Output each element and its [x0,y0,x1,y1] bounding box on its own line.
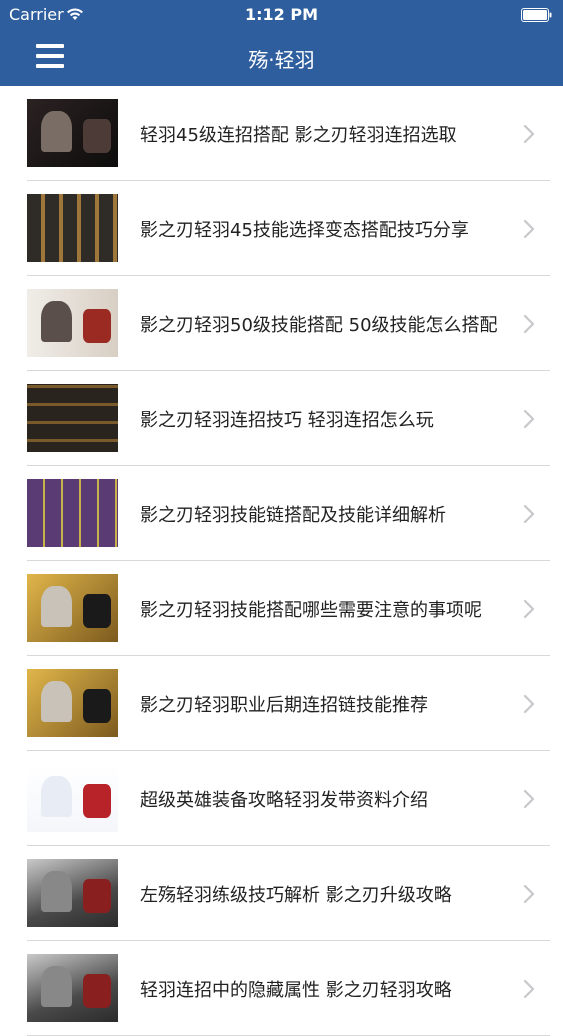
article-row[interactable]: 左殇轻羽练级技巧解析 影之刃升级攻略 [0,846,563,941]
chevron-right-icon [523,979,535,999]
article-title: 影之刃轻羽技能链搭配及技能详细解析 [140,505,446,526]
article-thumbnail [27,764,118,832]
article-title: 影之刃轻羽职业后期连招链技能推荐 [140,695,428,716]
chevron-right-icon [523,599,535,619]
article-row[interactable]: 影之刃轻羽50级技能搭配 50级技能怎么搭配 [0,276,563,371]
chevron-right-icon [523,504,535,524]
article-title: 影之刃轻羽技能搭配哪些需要注意的事项呢 [140,600,482,621]
chevron-right-icon [523,789,535,809]
article-row[interactable]: 影之刃轻羽连招技巧 轻羽连招怎么玩 [0,371,563,466]
article-thumbnail [27,479,118,547]
article-row[interactable]: 影之刃轻羽职业后期连招链技能推荐 [0,656,563,751]
chevron-right-icon [523,219,535,239]
article-title: 影之刃轻羽45技能选择变态搭配技巧分享 [140,220,469,241]
article-row[interactable]: 影之刃轻羽45技能选择变态搭配技巧分享 [0,181,563,276]
chevron-right-icon [523,409,535,429]
article-row[interactable]: 轻羽连招中的隐藏属性 影之刃轻羽攻略 [0,941,563,1036]
article-thumbnail [27,194,118,262]
clock: 1:12 PM [244,5,318,24]
article-row[interactable]: 轻羽45级连招搭配 影之刃轻羽连招选取 [0,86,563,181]
article-thumbnail [27,99,118,167]
page-title: 殇·轻羽 [248,48,315,72]
article-thumbnail [27,289,118,357]
article-title: 影之刃轻羽连招技巧 轻羽连招怎么玩 [140,410,434,431]
chevron-right-icon [523,884,535,904]
article-title: 左殇轻羽练级技巧解析 影之刃升级攻略 [140,885,452,906]
article-list: 轻羽45级连招搭配 影之刃轻羽连招选取 影之刃轻羽45技能选择变态搭配技巧分享 影之… [0,86,563,1036]
article-row[interactable]: 超级英雄装备攻略轻羽发带资料介绍 [0,751,563,846]
article-title: 超级英雄装备攻略轻羽发带资料介绍 [140,790,428,811]
status-bar: Carrier 1:12 PM [0,0,563,30]
article-title: 轻羽连招中的隐藏属性 影之刃轻羽攻略 [140,980,452,1001]
article-thumbnail [27,859,118,927]
chevron-right-icon [523,314,535,334]
article-thumbnail [27,669,118,737]
article-title: 轻羽45级连招搭配 影之刃轻羽连招选取 [140,125,457,146]
article-row[interactable]: 影之刃轻羽技能链搭配及技能详细解析 [0,466,563,561]
article-row[interactable]: 影之刃轻羽技能搭配哪些需要注意的事项呢 [0,561,563,656]
article-title: 影之刃轻羽50级技能搭配 50级技能怎么搭配 [140,315,498,336]
chevron-right-icon [523,694,535,714]
chevron-right-icon [523,124,535,144]
battery-icon [521,8,552,22]
article-thumbnail [27,574,118,642]
article-thumbnail [27,384,118,452]
app-header: Carrier 1:12 PM 殇·轻羽 [0,0,563,86]
article-thumbnail [27,954,118,1022]
